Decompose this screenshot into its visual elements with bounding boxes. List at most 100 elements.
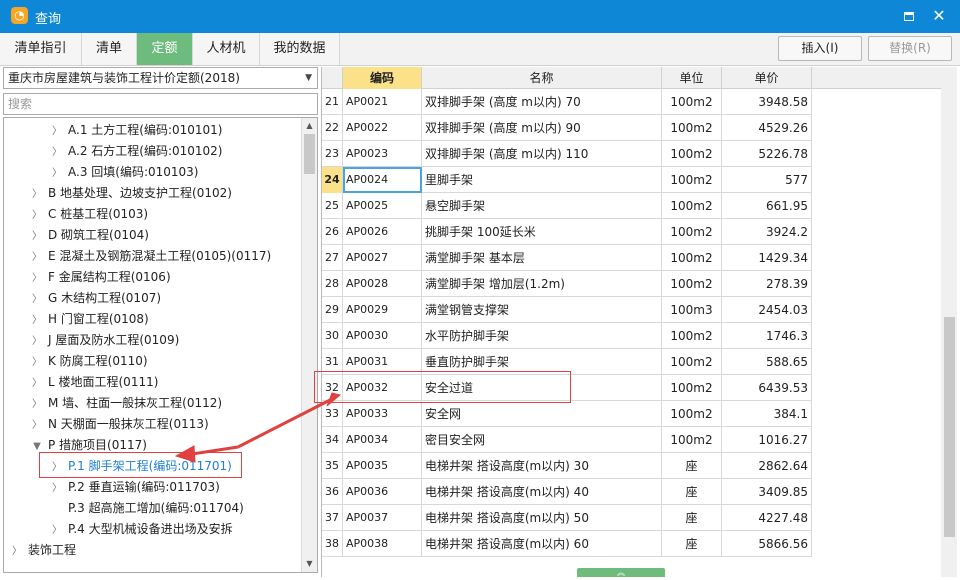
library-select[interactable]: 重庆市房屋建筑与装饰工程计价定额(2018) ▼ — [3, 67, 318, 89]
cell-price[interactable]: 588.65 — [722, 349, 812, 375]
row-index[interactable]: 25 — [322, 193, 343, 219]
cell-price[interactable]: 1746.3 — [722, 323, 812, 349]
row-index[interactable]: 21 — [322, 89, 343, 115]
chevron-right-icon[interactable]: 〉 — [50, 520, 64, 541]
tree-item[interactable]: 〉 K 防腐工程(0110) — [30, 351, 148, 372]
table-row[interactable]: 27 AP0027 满堂脚手架 基本层 100m2 1429.34 — [322, 245, 812, 271]
cell-code[interactable]: AP0037 — [343, 505, 422, 531]
tree-item[interactable]: 〉 F 金属结构工程(0106) — [30, 267, 171, 288]
cell-unit[interactable]: 100m3 — [662, 297, 722, 323]
tree-item[interactable]: 〉 A.3 回填(编码:010103) — [50, 162, 198, 183]
grid-scroll-thumb[interactable] — [944, 317, 955, 537]
cell-unit[interactable]: 100m2 — [662, 375, 722, 401]
row-index[interactable]: 27 — [322, 245, 343, 271]
row-index[interactable]: 38 — [322, 531, 343, 557]
tree-item[interactable]: 〉 P.4 大型机械设备进出场及安拆 — [50, 519, 233, 540]
collapse-handle-icon[interactable]: ︽ — [577, 568, 665, 577]
chevron-right-icon[interactable]: 〉 — [50, 121, 64, 142]
table-row[interactable]: 36 AP0036 电梯井架 搭设高度(m以内) 40 座 3409.85 — [322, 479, 812, 505]
tree-item[interactable]: 〉 N 天棚面一般抹灰工程(0113) — [30, 414, 209, 435]
cell-price[interactable]: 278.39 — [722, 271, 812, 297]
tab-bill-guide[interactable]: 清单指引 — [0, 33, 82, 65]
cell-unit[interactable]: 100m2 — [662, 401, 722, 427]
cell-price[interactable]: 661.95 — [722, 193, 812, 219]
tree-scrollbar[interactable]: ▲ ▼ — [301, 118, 317, 572]
cell-price[interactable]: 3948.58 — [722, 89, 812, 115]
cell-name[interactable]: 水平防护脚手架 — [422, 323, 662, 349]
cell-unit[interactable]: 100m2 — [662, 193, 722, 219]
replace-button[interactable]: 替换(R) — [868, 36, 952, 61]
cell-code[interactable]: AP0029 — [343, 297, 422, 323]
row-index[interactable]: 23 — [322, 141, 343, 167]
cell-name[interactable]: 双排脚手架 (高度 m以内) 70 — [422, 89, 662, 115]
cell-name[interactable]: 电梯井架 搭设高度(m以内) 60 — [422, 531, 662, 557]
cell-name[interactable]: 满堂钢管支撑架 — [422, 297, 662, 323]
cell-price[interactable]: 1016.27 — [722, 427, 812, 453]
header-name[interactable]: 名称 — [422, 67, 662, 89]
tree-scroll-thumb[interactable] — [304, 134, 315, 174]
table-row[interactable]: 33 AP0033 安全网 100m2 384.1 — [322, 401, 812, 427]
cell-name[interactable]: 满堂脚手架 增加层(1.2m) — [422, 271, 662, 297]
cell-code[interactable]: AP0021 — [343, 89, 422, 115]
table-row[interactable]: 23 AP0023 双排脚手架 (高度 m以内) 110 100m2 5226.78 — [322, 141, 812, 167]
tree-item[interactable]: 〉 G 木结构工程(0107) — [30, 288, 161, 309]
table-row[interactable]: 28 AP0028 满堂脚手架 增加层(1.2m) 100m2 278.39 — [322, 271, 812, 297]
cell-price[interactable]: 4529.26 — [722, 115, 812, 141]
table-row[interactable]: 21 AP0021 双排脚手架 (高度 m以内) 70 100m2 3948.58 — [322, 89, 812, 115]
cell-code[interactable]: AP0033 — [343, 401, 422, 427]
chevron-right-icon[interactable]: 〉 — [50, 478, 64, 499]
table-row[interactable]: 35 AP0035 电梯井架 搭设高度(m以内) 30 座 2862.64 — [322, 453, 812, 479]
cell-unit[interactable]: 100m2 — [662, 323, 722, 349]
cell-name[interactable]: 安全网 — [422, 401, 662, 427]
tree-item[interactable]: 〉 A.1 土方工程(编码:010101) — [50, 120, 222, 141]
cell-price[interactable]: 3409.85 — [722, 479, 812, 505]
row-index[interactable]: 35 — [322, 453, 343, 479]
cell-code[interactable]: AP0028 — [343, 271, 422, 297]
row-index[interactable]: 29 — [322, 297, 343, 323]
chevron-right-icon[interactable]: 〉 — [30, 373, 44, 394]
table-row[interactable]: 37 AP0037 电梯井架 搭设高度(m以内) 50 座 4227.48 — [322, 505, 812, 531]
table-row[interactable]: 34 AP0034 密目安全网 100m2 1016.27 — [322, 427, 812, 453]
cell-code[interactable]: AP0027 — [343, 245, 422, 271]
cell-unit[interactable]: 100m2 — [662, 427, 722, 453]
tree-item[interactable]: 〉 J 屋面及防水工程(0109) — [30, 330, 179, 351]
tree-item[interactable]: 〉 C 桩基工程(0103) — [30, 204, 148, 225]
cell-unit[interactable]: 100m2 — [662, 141, 722, 167]
chevron-right-icon[interactable]: 〉 — [30, 394, 44, 415]
tree-item[interactable]: 〉 P.2 垂直运输(编码:011703) — [50, 477, 220, 498]
cell-price[interactable]: 384.1 — [722, 401, 812, 427]
cell-code[interactable]: AP0038 — [343, 531, 422, 557]
table-row[interactable]: 38 AP0038 电梯井架 搭设高度(m以内) 60 座 5866.56 — [322, 531, 812, 557]
row-index[interactable]: 28 — [322, 271, 343, 297]
cell-code[interactable]: AP0030 — [343, 323, 422, 349]
row-index[interactable]: 22 — [322, 115, 343, 141]
tree-item[interactable]: 〉 E 混凝土及钢筋混凝土工程(0105)(0117) — [30, 246, 271, 267]
insert-button[interactable]: 插入(I) — [778, 36, 862, 61]
cell-price[interactable]: 6439.53 — [722, 375, 812, 401]
tree-item[interactable]: 〉 B 地基处理、边坡支护工程(0102) — [30, 183, 232, 204]
cell-price[interactable]: 5226.78 — [722, 141, 812, 167]
cell-code[interactable]: AP0034 — [343, 427, 422, 453]
tree-item[interactable]: 〉装饰工程 — [10, 540, 76, 561]
chevron-right-icon[interactable]: 〉 — [30, 247, 44, 268]
cell-unit[interactable]: 座 — [662, 479, 722, 505]
table-row[interactable]: 25 AP0025 悬空脚手架 100m2 661.95 — [322, 193, 812, 219]
cell-price[interactable]: 2862.64 — [722, 453, 812, 479]
cell-unit[interactable]: 座 — [662, 453, 722, 479]
row-index[interactable]: 33 — [322, 401, 343, 427]
cell-code[interactable]: AP0035 — [343, 453, 422, 479]
cell-name[interactable]: 双排脚手架 (高度 m以内) 90 — [422, 115, 662, 141]
cell-code[interactable]: AP0025 — [343, 193, 422, 219]
scroll-down-icon[interactable]: ▼ — [302, 556, 317, 572]
row-index[interactable]: 30 — [322, 323, 343, 349]
tab-quota[interactable]: 定额 — [137, 33, 193, 65]
cell-unit[interactable]: 100m2 — [662, 245, 722, 271]
cell-name[interactable]: 满堂脚手架 基本层 — [422, 245, 662, 271]
tree-item[interactable]: 〉 H 门窗工程(0108) — [30, 309, 149, 330]
cell-price[interactable]: 577 — [722, 167, 812, 193]
cell-price[interactable]: 4227.48 — [722, 505, 812, 531]
header-unit[interactable]: 单位 — [662, 67, 722, 89]
tab-labor-material-machine[interactable]: 人材机 — [193, 33, 260, 65]
cell-code[interactable]: AP0022 — [343, 115, 422, 141]
row-index[interactable]: 37 — [322, 505, 343, 531]
